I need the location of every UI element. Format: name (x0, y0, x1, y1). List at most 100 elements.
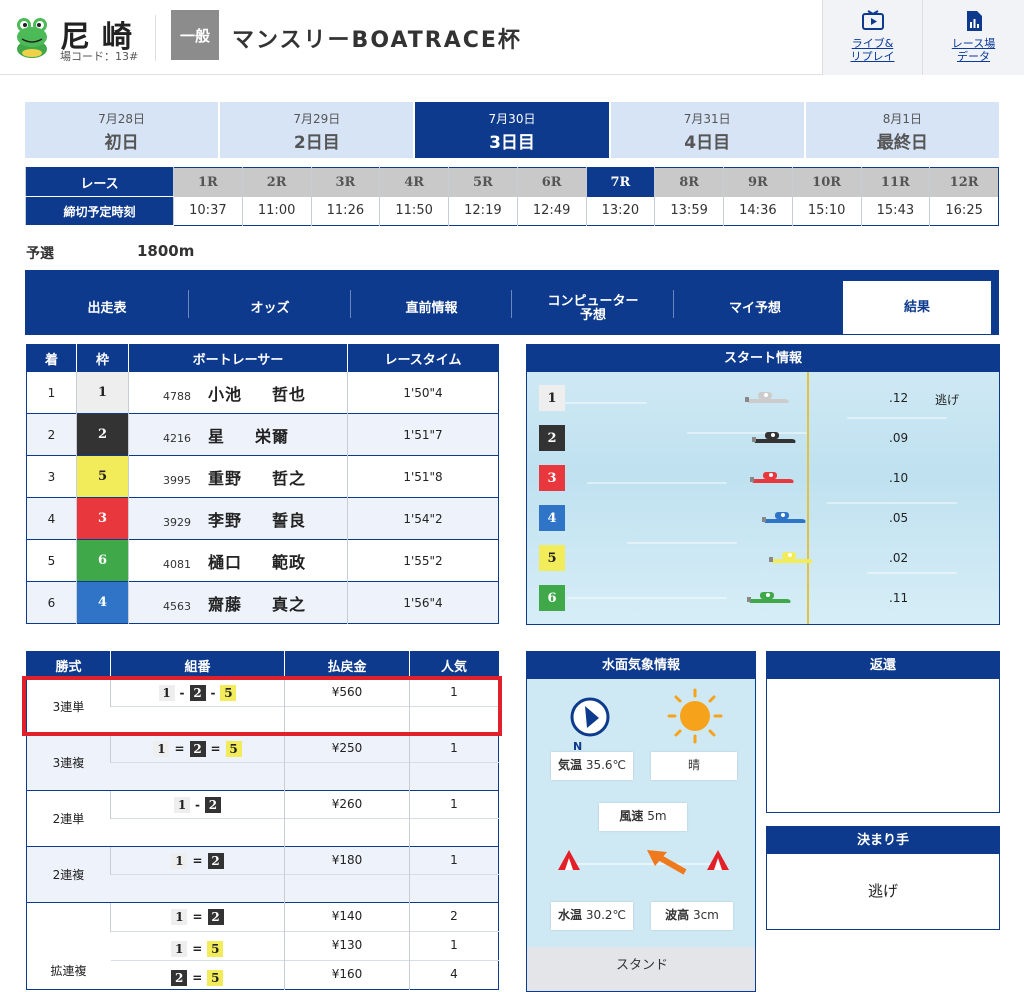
racer-reg-no: 4081 (163, 557, 191, 571)
start-timing: .12 (889, 391, 909, 405)
course-badge: 4 (539, 505, 565, 531)
racer-reg-no: 3995 (163, 473, 191, 487)
race-deadline: 13:20 (585, 196, 655, 226)
payout-amount: ¥140 (284, 902, 410, 932)
page-header: 尼崎 場コード：13# 一般 マンスリーBOATRACE杯 ライブ& リプレイ … (0, 0, 1024, 75)
day-date: 7月31日 (683, 112, 731, 126)
day-tab-2[interactable]: 7月29日 2日目 (220, 102, 414, 158)
start-timing: .05 (889, 511, 909, 525)
course-badge: 3 (539, 465, 565, 491)
race-tab-8R[interactable]: 8R (654, 167, 724, 197)
racer-first-name: 栄爾 (255, 426, 290, 446)
race-time: 1'54"2 (347, 497, 499, 540)
combo-frame-badge: 5 (225, 741, 242, 757)
race-tab-10R[interactable]: 10R (791, 167, 861, 197)
combo-frame-badge: 1 (171, 909, 188, 925)
live-label-1: ライブ& (851, 37, 894, 50)
racer-reg-no: 4563 (163, 599, 191, 613)
race-tab-7R[interactable]: 7R (585, 167, 655, 197)
course-badge: 5 (539, 545, 565, 571)
combo-frame-badge: 2 (207, 853, 224, 869)
tv-play-icon (861, 10, 884, 30)
tab-computer-prediction[interactable]: コンピューター 予想 (512, 282, 674, 335)
racer-cell[interactable]: 3929 李野 誓良 (128, 497, 348, 540)
tab-pre-race-info[interactable]: 直前情報 (351, 282, 512, 335)
race-deadline: 11:50 (379, 196, 449, 226)
combo-frame-badge: 2 (189, 741, 206, 757)
combination: 1-2 (110, 790, 285, 819)
race-tab-1R[interactable]: 1R (173, 167, 243, 197)
day-name: 最終日 (876, 133, 928, 153)
result-row: 1 1 4788 小池 哲也 1'50"4 (26, 371, 499, 414)
day-tabs: 7月28日 初日 7月29日 2日目 7月30日 3日目 7月31日 4日目 8月1日最… (25, 102, 1000, 158)
racer-first-name: 哲也 (272, 384, 307, 404)
live-replay-button[interactable]: ライブ& リプレイ (822, 0, 922, 75)
air-temp-label: 気温 (557, 758, 582, 772)
payout-amount: ¥130 (284, 931, 410, 961)
tab-entry-list[interactable]: 出走表 (25, 282, 189, 335)
race-tab-4R[interactable]: 4R (379, 167, 449, 197)
race-time: 1'55"2 (347, 539, 499, 582)
race-deadline: 12:19 (448, 196, 518, 226)
day-tab-5[interactable]: 8月1日 最終日 (805, 102, 1000, 158)
racer-first-name: 範政 (272, 552, 307, 572)
race-deadline: 15:10 (791, 196, 861, 226)
popularity: 1 (409, 734, 499, 763)
racer-cell[interactable]: 4788 小池 哲也 (128, 371, 348, 414)
kimarite-value: 逃げ (867, 882, 898, 900)
day-date: 7月29日 (293, 112, 341, 126)
deadline-header: 締切予定時刻 (25, 196, 174, 226)
race-tab-11R[interactable]: 11R (860, 167, 930, 197)
racer-first-name: 誓良 (272, 510, 307, 530)
start-row: 1 .12 逃げ (539, 385, 989, 411)
grade-badge: 一般 (171, 10, 219, 60)
tab-results[interactable]: 結果 (843, 281, 991, 334)
racer-cell[interactable]: 4081 樋口 範政 (128, 539, 348, 582)
day-tab-3[interactable]: 7月30日 3日目 (415, 102, 609, 158)
race-tab-2R[interactable]: 2R (241, 167, 311, 197)
frame-badge: 3 (76, 497, 129, 540)
menu-tabs: 出走表 オッズ 直前情報 コンピューター 予想 マイ予想 結果 (25, 270, 999, 335)
frame-badge: 6 (76, 539, 129, 582)
race-deadline: 12:49 (516, 196, 586, 226)
race-distance: 1800m (137, 242, 195, 260)
race-time: 1'56"4 (347, 581, 499, 624)
combo-separator: = (192, 942, 203, 956)
race-deadline: 16:25 (929, 196, 999, 226)
popularity: 2 (409, 902, 499, 932)
racer-cell[interactable]: 4216 星 栄爾 (128, 413, 348, 456)
race-tab-3R[interactable]: 3R (310, 167, 380, 197)
racer-cell[interactable]: 4563 齋藤 真之 (128, 581, 348, 624)
wind-arrow-icon (647, 850, 687, 875)
kimarite-panel: 決まり手 逃げ (766, 826, 1000, 930)
wave-height-box: 波高 3cm (651, 902, 733, 930)
venue-data-button[interactable]: レース場 データ (922, 0, 1024, 75)
bet-type: 2連単 (26, 790, 111, 847)
racer-cell[interactable]: 3995 重野 哲之 (128, 455, 348, 498)
tab-my-prediction[interactable]: マイ予想 (674, 282, 836, 335)
race-tab-9R[interactable]: 9R (723, 167, 793, 197)
live-label-2: リプレイ (850, 50, 895, 63)
day-tab-4[interactable]: 7月31日 4日目 (610, 102, 804, 158)
tab-odds[interactable]: オッズ (189, 282, 351, 335)
water-temp-value: 30.2℃ (585, 908, 627, 922)
start-info-title: スタート情報 (527, 345, 999, 372)
racer-last-name: 星 (208, 426, 226, 446)
data-label-2: データ (957, 50, 990, 63)
payout-amount: ¥180 (284, 846, 410, 875)
race-tab-5R[interactable]: 5R (448, 167, 518, 197)
start-row: 3.10 (539, 465, 989, 491)
payout-amount: ¥160 (284, 960, 410, 990)
start-info-panel: スタート情報 1.12 逃げ 2.09 3.10 4.05 5.02 6.11 (526, 344, 1000, 625)
popularity: 4 (409, 960, 499, 990)
course-badge: 6 (539, 585, 565, 611)
water-temp-box: 水温 30.2℃ (551, 902, 633, 930)
day-tab-1[interactable]: 7月28日 初日 (25, 102, 219, 158)
bet-type: 2連複 (26, 846, 111, 903)
sun-icon (667, 688, 723, 744)
race-tab-6R[interactable]: 6R (516, 167, 586, 197)
racer-reg-no: 4216 (163, 431, 191, 445)
race-tab-12R[interactable]: 12R (929, 167, 999, 197)
col-bet-type: 勝式 (26, 651, 111, 679)
payout-row: 3連複 1 = 2 = 5 ¥250 1 (26, 734, 499, 791)
